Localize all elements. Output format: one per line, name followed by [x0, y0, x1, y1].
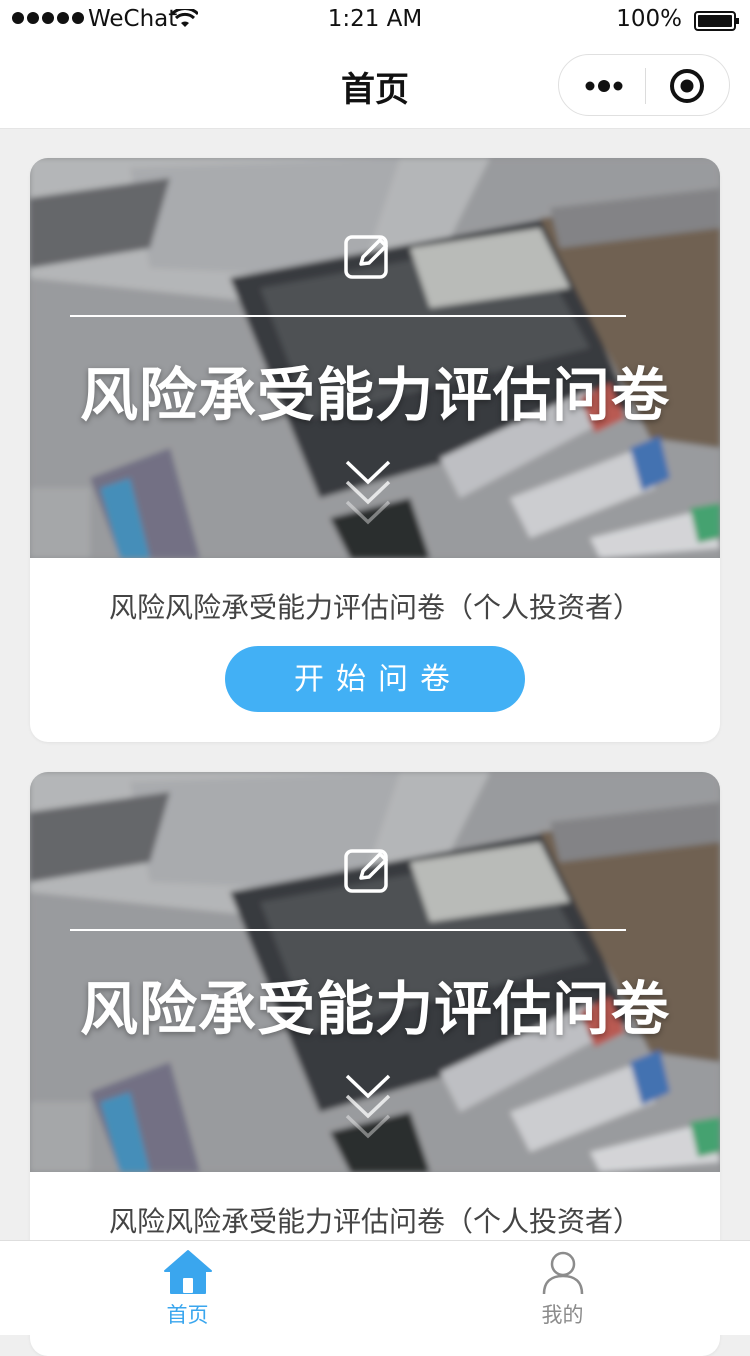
mini-program-capsule	[558, 54, 730, 116]
navigation-bar: 首页	[0, 40, 750, 129]
edit-icon	[344, 235, 388, 279]
banner-title: 风险承受能力评估问卷	[79, 975, 670, 1043]
card-subtitle: 风险风险承受能力评估问卷（个人投资者）	[108, 1205, 641, 1238]
close-target-icon[interactable]	[667, 66, 707, 106]
start-questionnaire-button[interactable]: 开始问卷	[225, 646, 525, 712]
status-bar: WeChat 1:21 AM 100%	[0, 0, 750, 40]
banner-divider	[70, 929, 626, 931]
tab-home[interactable]: 首页	[0, 1241, 375, 1335]
tab-home-label: 首页	[166, 1303, 209, 1327]
banner-divider	[70, 315, 626, 317]
battery-percent: 100%	[616, 6, 682, 32]
card-subtitle: 风险风险承受能力评估问卷（个人投资者）	[108, 591, 641, 624]
user-icon	[542, 1251, 584, 1295]
card-banner: 风险承受能力评估问卷	[30, 158, 720, 558]
tab-bar: 首页 我的	[0, 1240, 750, 1335]
edit-icon	[344, 849, 388, 893]
tab-mine[interactable]: 我的	[375, 1241, 750, 1335]
chevron-down-icon	[345, 1074, 391, 1139]
chevron-down-icon	[345, 460, 391, 525]
card-banner: 风险承受能力评估问卷	[30, 772, 720, 1172]
questionnaire-card: 风险承受能力评估问卷 风险风险承受能力评估问卷（个人投资者） 开始问卷	[30, 158, 720, 742]
home-icon	[164, 1250, 212, 1294]
battery-icon	[694, 11, 739, 31]
tab-mine-label: 我的	[541, 1303, 584, 1327]
banner-title: 风险承受能力评估问卷	[79, 361, 670, 429]
capsule-divider	[645, 68, 646, 104]
more-menu-icon[interactable]	[583, 75, 625, 97]
